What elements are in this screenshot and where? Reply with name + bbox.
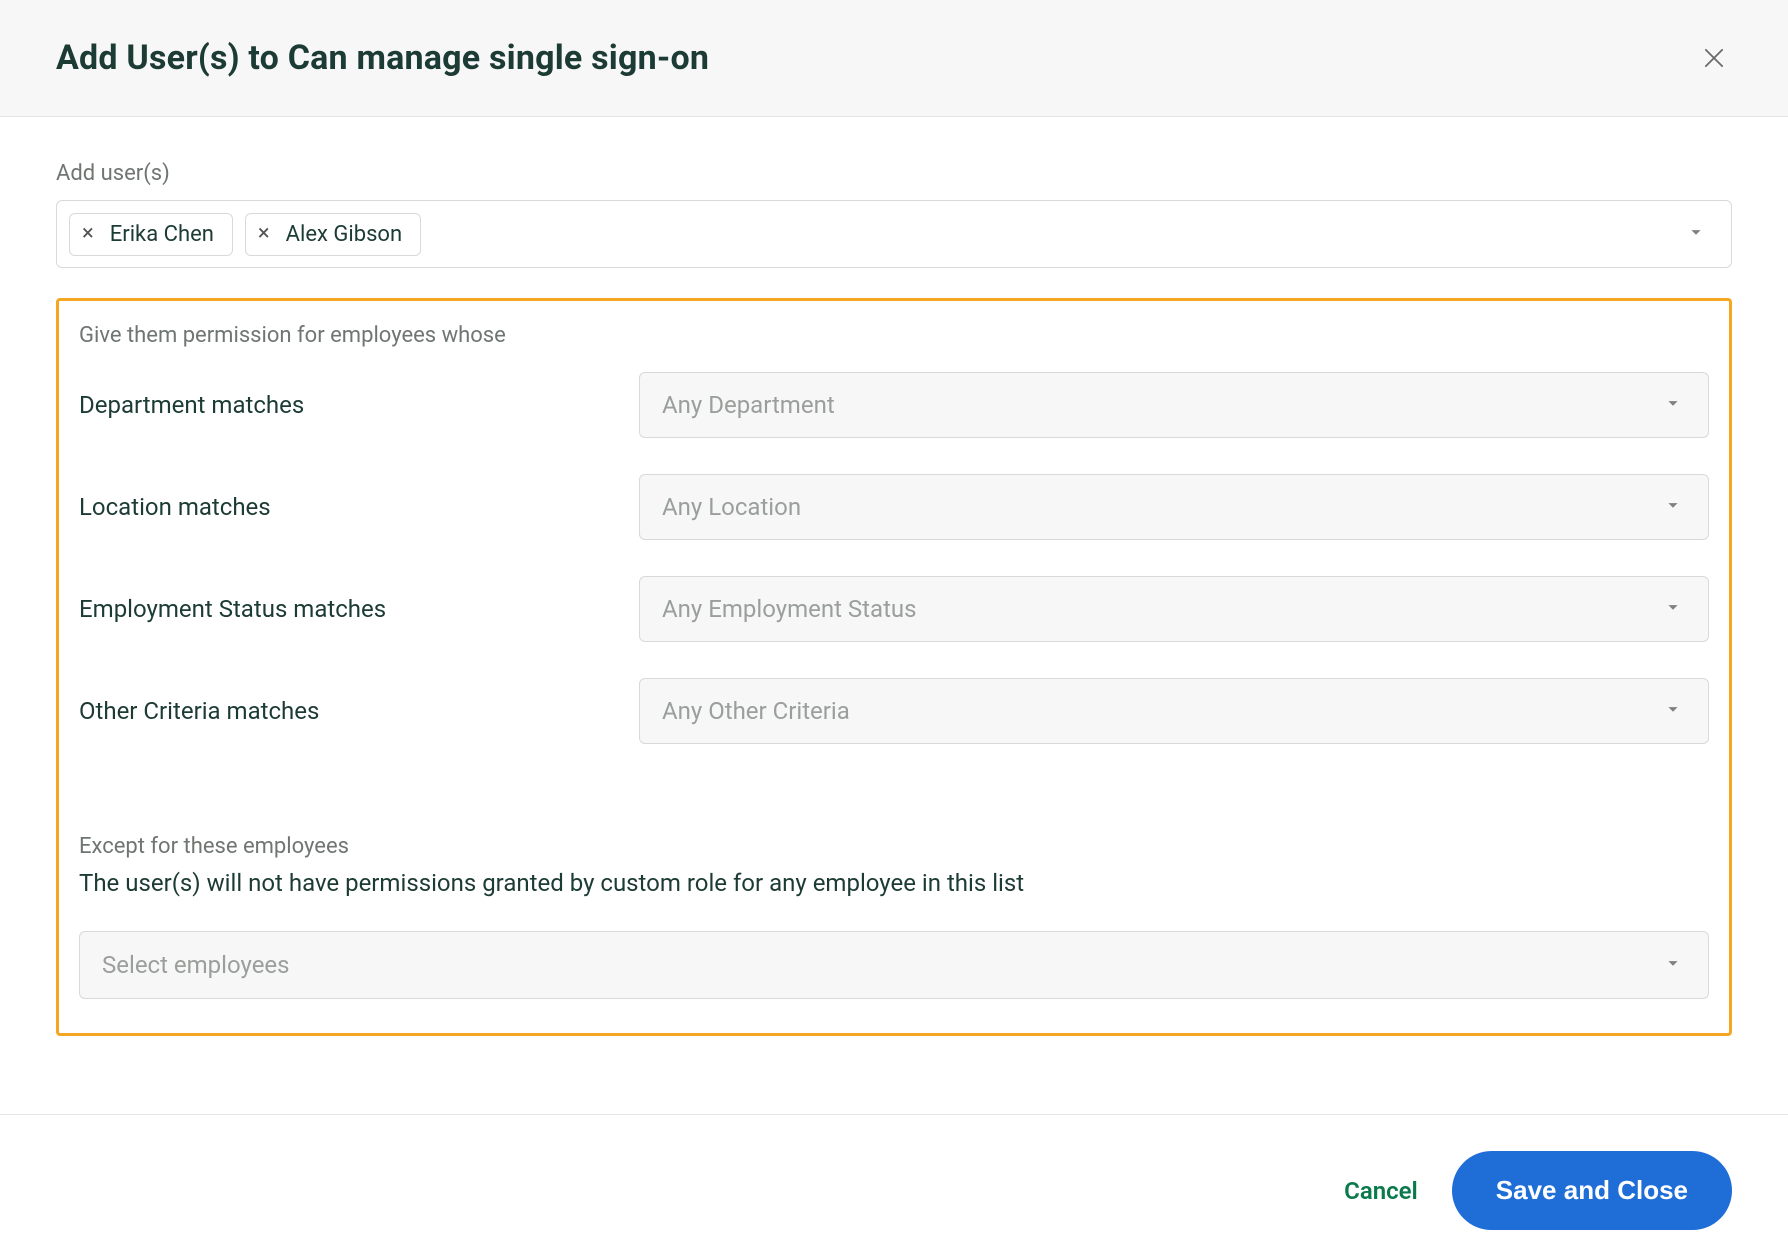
permission-label: Other Criteria matches bbox=[79, 697, 639, 725]
permission-label: Location matches bbox=[79, 493, 639, 521]
close-icon bbox=[1700, 44, 1728, 72]
user-chip: × Alex Gibson bbox=[245, 213, 421, 256]
add-users-label: Add user(s) bbox=[56, 161, 1732, 186]
other-criteria-select[interactable]: Any Other Criteria bbox=[639, 678, 1709, 744]
except-section: Except for these employees The user(s) w… bbox=[79, 834, 1709, 999]
except-title: Except for these employees bbox=[79, 834, 1709, 859]
location-select[interactable]: Any Location bbox=[639, 474, 1709, 540]
chip-label: Alex Gibson bbox=[286, 222, 402, 247]
add-users-dialog: Add User(s) to Can manage single sign-on… bbox=[0, 0, 1788, 1258]
user-chip: × Erika Chen bbox=[69, 213, 233, 256]
dialog-footer: Cancel Save and Close bbox=[0, 1114, 1788, 1258]
chevron-down-icon bbox=[1662, 698, 1684, 724]
permissions-intro: Give them permission for employees whose bbox=[79, 323, 1709, 348]
select-placeholder: Any Other Criteria bbox=[662, 697, 850, 725]
add-users-multiselect[interactable]: × Erika Chen × Alex Gibson bbox=[56, 200, 1732, 268]
select-placeholder: Any Department bbox=[662, 391, 835, 419]
permissions-highlight-box: Give them permission for employees whose… bbox=[56, 298, 1732, 1036]
chip-label: Erika Chen bbox=[110, 222, 214, 247]
except-description: The user(s) will not have permissions gr… bbox=[79, 869, 1709, 897]
permission-row-other-criteria: Other Criteria matches Any Other Criteri… bbox=[79, 678, 1709, 744]
chevron-down-icon bbox=[1685, 221, 1707, 247]
remove-chip-icon[interactable]: × bbox=[258, 223, 270, 245]
chevron-down-icon bbox=[1662, 494, 1684, 520]
select-placeholder: Select employees bbox=[102, 951, 290, 979]
select-placeholder: Any Employment Status bbox=[662, 595, 917, 623]
permission-label: Employment Status matches bbox=[79, 595, 639, 623]
dialog-header: Add User(s) to Can manage single sign-on bbox=[0, 0, 1788, 117]
dialog-body: Add user(s) × Erika Chen × Alex Gibson G… bbox=[0, 117, 1788, 1114]
employment-status-select[interactable]: Any Employment Status bbox=[639, 576, 1709, 642]
permission-label: Department matches bbox=[79, 391, 639, 419]
cancel-button[interactable]: Cancel bbox=[1344, 1177, 1418, 1205]
close-button[interactable] bbox=[1696, 40, 1732, 76]
select-placeholder: Any Location bbox=[662, 493, 801, 521]
permission-row-department: Department matches Any Department bbox=[79, 372, 1709, 438]
save-and-close-button[interactable]: Save and Close bbox=[1452, 1151, 1732, 1230]
chevron-down-icon bbox=[1662, 392, 1684, 418]
permission-row-location: Location matches Any Location bbox=[79, 474, 1709, 540]
except-employees-select[interactable]: Select employees bbox=[79, 931, 1709, 999]
remove-chip-icon[interactable]: × bbox=[82, 223, 94, 245]
chevron-down-icon bbox=[1662, 596, 1684, 622]
department-select[interactable]: Any Department bbox=[639, 372, 1709, 438]
chevron-down-icon bbox=[1662, 952, 1684, 978]
permission-row-employment-status: Employment Status matches Any Employment… bbox=[79, 576, 1709, 642]
dialog-title: Add User(s) to Can manage single sign-on bbox=[56, 38, 709, 78]
